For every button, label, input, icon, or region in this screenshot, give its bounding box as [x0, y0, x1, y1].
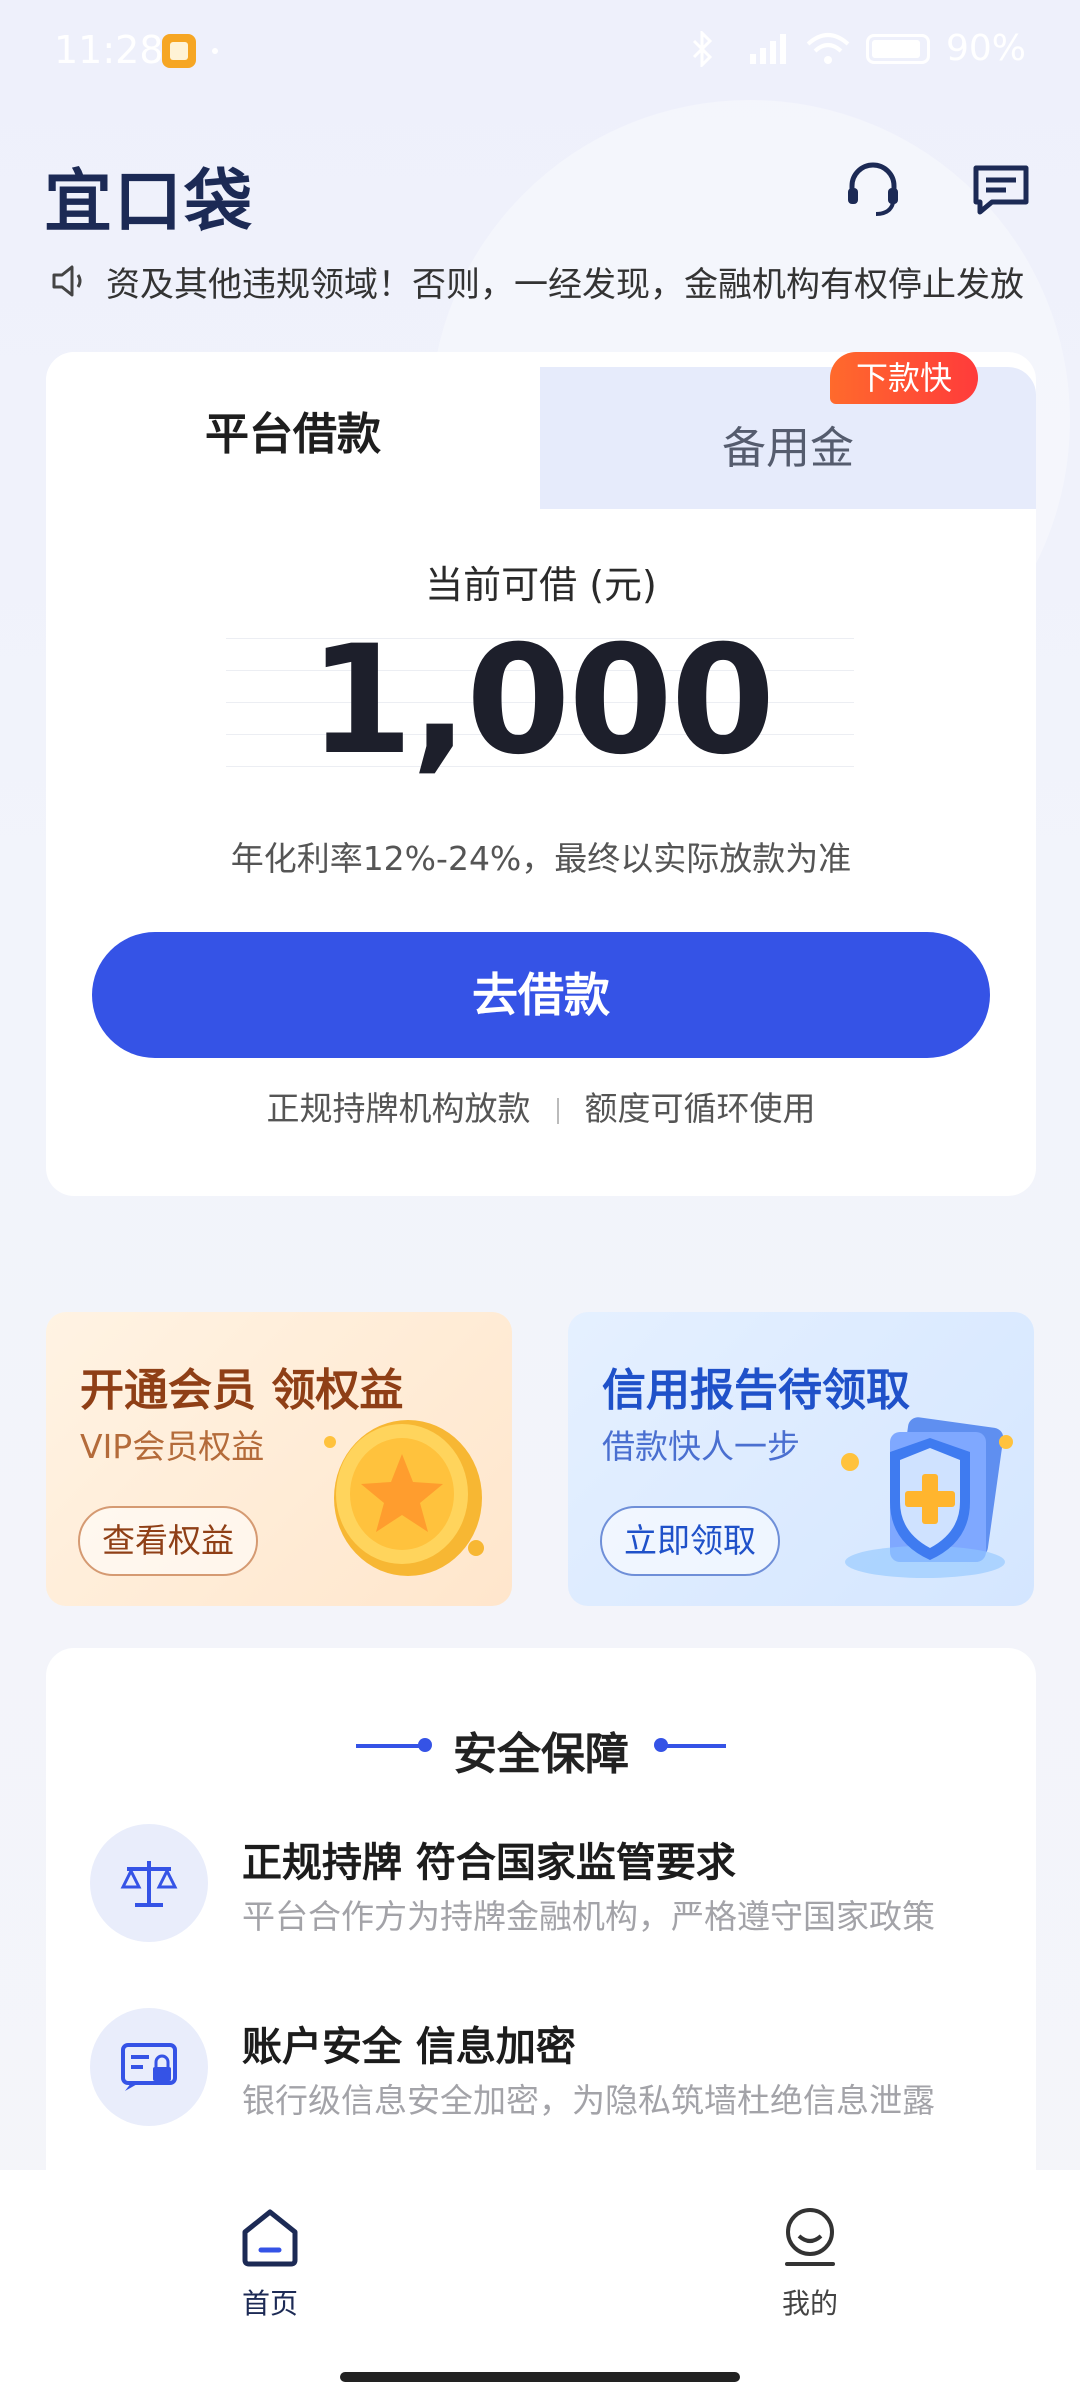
bottom-navigation: 首页 我的 — [0, 2170, 1080, 2400]
title-decoration-line — [656, 1744, 726, 1748]
secure-id-icon — [90, 2008, 208, 2126]
security-item-heading: 正规持牌 符合国家监管要求 — [242, 1840, 736, 1886]
security-item-desc: 平台合作方为持牌金融机构，严格遵守国家政策 — [242, 1897, 935, 1936]
security-item-encryption: 账户安全 信息加密 银行级信息安全加密，为隐私筑墙杜绝信息泄露 — [90, 2008, 1010, 2128]
status-bar: 11:28 90% — [0, 0, 1080, 105]
notification-dot-icon — [212, 48, 218, 54]
notice-text: 资及其他违规领域！否则，一经发现，金融机构有权停止发放 — [106, 264, 1024, 305]
status-time: 11:28 — [54, 28, 164, 72]
battery-icon — [865, 33, 930, 64]
loan-features: 正规持牌机构放款 额度可循环使用 — [46, 1082, 1036, 1130]
available-amount-label: 当前可借 (元) — [425, 563, 657, 607]
wifi-icon — [806, 32, 850, 64]
battery-percent: 90% — [945, 28, 1026, 69]
tab-spare-funds-label: 备用金 — [722, 423, 854, 474]
app-logo: 宜口袋 — [44, 163, 255, 242]
home-icon — [242, 2209, 298, 2267]
security-item-desc: 银行级信息安全加密，为隐私筑墙杜绝信息泄露 — [242, 2081, 935, 2120]
status-indicators: 90% — [688, 28, 1026, 69]
feature-revolving: 额度可循环使用 — [584, 1089, 816, 1128]
signal-icon — [749, 33, 786, 64]
loan-card: 平台借款 备用金 下款快 当前可借 (元) 1,000 年化利率12%-24%，… — [46, 352, 1036, 1196]
speaker-icon — [52, 265, 82, 297]
nav-home-label: 首页 — [241, 2287, 298, 2320]
vip-promo-subtitle: VIP会员权益 — [80, 1427, 265, 1466]
feature-licensed: 正规持牌机构放款 — [266, 1089, 531, 1128]
security-title: 安全保障 — [453, 1729, 629, 1780]
gold-coin-star-icon — [324, 1420, 484, 1576]
shield-report-icon — [841, 1417, 1013, 1578]
home-indicator[interactable] — [340, 2372, 740, 2382]
nav-home[interactable]: 首页 — [190, 2204, 350, 2322]
message-icon[interactable] — [970, 158, 1032, 220]
notice-marquee[interactable]: 资及其他违规领域！否则，一经发现，金融机构有权停止发放 — [50, 256, 1032, 306]
tab-platform-loan-label: 平台借款 — [205, 409, 381, 460]
vip-promo-card[interactable]: 开通会员 领权益 VIP会员权益 查看权益 — [46, 1312, 512, 1606]
bluetooth-icon — [692, 30, 713, 67]
fast-disbursement-badge: 下款快 — [830, 352, 979, 404]
available-amount: 1,000 — [308, 614, 775, 788]
credit-report-promo-card[interactable]: 信用报告待领取 借款快人一步 立即领取 — [568, 1312, 1034, 1606]
scale-icon — [90, 1824, 208, 1942]
view-benefits-button[interactable]: 查看权益 — [78, 1506, 258, 1576]
nav-mine-label: 我的 — [781, 2287, 838, 2320]
interest-rate-note: 年化利率12%-24%，最终以实际放款为准 — [230, 839, 852, 878]
customer-service-icon[interactable] — [842, 158, 904, 220]
security-item-heading: 账户安全 信息加密 — [242, 2024, 576, 2070]
security-item-licensed: 正规持牌 符合国家监管要求 平台合作方为持牌金融机构，严格遵守国家政策 — [90, 1824, 1010, 1944]
borrow-button[interactable]: 去借款 — [92, 932, 990, 1058]
nav-mine[interactable]: 我的 — [730, 2204, 890, 2322]
security-section: 安全保障 正规持牌 符合国家监管要求 平台合作方为持牌金融机构，严格遵守国家政策 — [46, 1648, 1036, 2208]
feature-divider — [556, 1097, 559, 1124]
profile-icon — [785, 2208, 835, 2266]
notification-app-icon — [162, 34, 196, 68]
claim-now-button[interactable]: 立即领取 — [600, 1506, 780, 1576]
credit-promo-subtitle: 借款快人一步 — [602, 1427, 800, 1466]
